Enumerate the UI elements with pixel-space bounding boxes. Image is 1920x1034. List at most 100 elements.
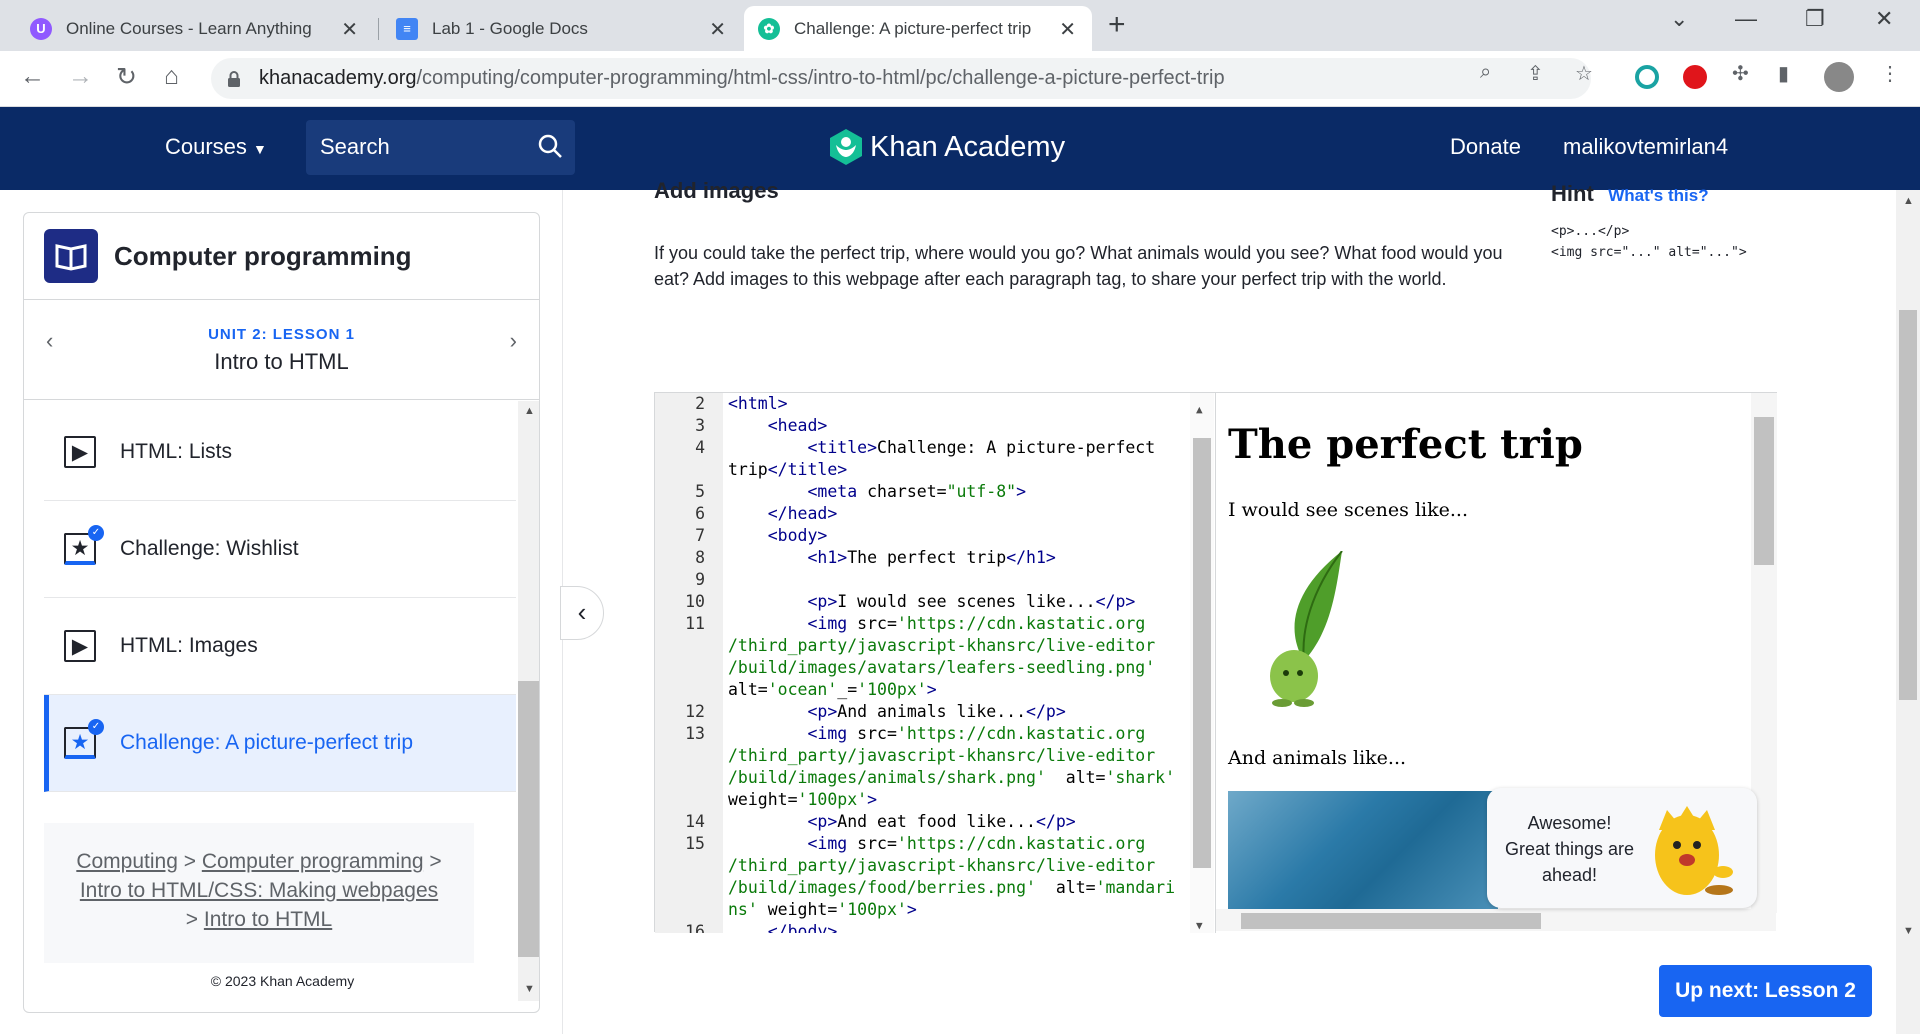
- code-line: /build/images/animals/shark.png' alt='sh…: [728, 768, 1176, 787]
- course-sidebar: Computer programming ‹ UNIT 2: LESSON 1 …: [23, 212, 540, 1013]
- url-field[interactable]: khanacademy.org/computing/computer-progr…: [211, 58, 1591, 99]
- line-number: 8: [695, 548, 705, 567]
- sidebar-scroll-thumb[interactable]: [518, 681, 539, 957]
- user-menu[interactable]: malikovtemirlan4: [1563, 134, 1728, 160]
- chevron-left-icon[interactable]: ‹: [46, 328, 53, 354]
- minimize-icon[interactable]: —: [1735, 6, 1757, 32]
- breadcrumb-link[interactable]: Computer programming: [202, 850, 424, 873]
- tab-divider: [378, 18, 379, 40]
- bubble-line: Awesome!: [1527, 813, 1612, 833]
- breadcrumb-link[interactable]: Intro to HTML/CSS: Making webpages: [80, 879, 438, 902]
- preview-horizontal-scroll-thumb[interactable]: [1241, 913, 1541, 929]
- forward-icon[interactable]: →: [68, 62, 93, 91]
- khan-academy-logo[interactable]: Khan Academy: [828, 128, 1065, 166]
- tab-title: Lab 1 - Google Docs: [432, 18, 588, 38]
- browser-tab-active[interactable]: ✿ Challenge: A picture-perfect trip ✕: [744, 6, 1092, 51]
- new-tab-icon[interactable]: +: [1108, 8, 1126, 42]
- side-panel-icon[interactable]: ▮: [1778, 61, 1789, 86]
- bookmark-star-icon[interactable]: ☆: [1575, 61, 1593, 86]
- bubble-text: Awesome! Great things are ahead!: [1497, 810, 1642, 888]
- preview-paragraph: And animals like...: [1228, 747, 1407, 769]
- close-tab-icon[interactable]: ✕: [709, 17, 726, 42]
- encouragement-bubble: Awesome! Great things are ahead!: [1487, 788, 1757, 908]
- challenge-star-icon: ★ ✓: [64, 719, 104, 759]
- code-line: /third_party/javascript-khansrc/live-edi…: [728, 746, 1156, 765]
- challenge-star-icon: ★ ✓: [64, 525, 104, 565]
- code-line: <img src='https://cdn.kastatic.org: [807, 834, 1146, 853]
- course-title[interactable]: Computer programming: [114, 241, 412, 272]
- back-icon[interactable]: ←: [20, 62, 45, 91]
- line-number: 12: [685, 702, 705, 721]
- line-number: 7: [695, 526, 705, 545]
- profile-avatar[interactable]: [1824, 62, 1854, 92]
- code-scroll-thumb[interactable]: [1193, 438, 1211, 868]
- line-number: 10: [685, 592, 705, 611]
- browser-tab[interactable]: ≡ Lab 1 - Google Docs ✕: [382, 6, 742, 51]
- breadcrumb-link[interactable]: Intro to HTML: [204, 908, 332, 931]
- page-scroll-thumb[interactable]: [1899, 310, 1917, 700]
- tab-search-icon[interactable]: ⌄: [1670, 6, 1688, 32]
- scroll-down-arrow-icon[interactable]: ▼: [524, 983, 535, 995]
- home-icon[interactable]: ⌂: [164, 62, 179, 91]
- preview-heading: The perfect trip: [1228, 421, 1583, 468]
- lesson-item-picture-perfect-trip[interactable]: ★ ✓ Challenge: A picture-perfect trip: [44, 695, 516, 792]
- breadcrumb-link[interactable]: Computing: [76, 850, 178, 873]
- sidebar-header: Computer programming: [24, 213, 539, 300]
- code-line: trip</title>: [728, 460, 848, 479]
- collapse-sidebar-button[interactable]: ‹: [560, 586, 604, 640]
- scroll-up-arrow-icon[interactable]: ▲: [524, 405, 535, 417]
- line-number: 15: [685, 834, 705, 853]
- scroll-up-arrow-icon[interactable]: ▲: [1196, 399, 1203, 421]
- extensions-puzzle-icon[interactable]: ✣: [1732, 61, 1749, 86]
- url-host: khanacademy.org: [259, 67, 417, 89]
- seedling-avatar-image: [1270, 551, 1343, 707]
- code-line: <head>: [767, 416, 828, 435]
- code-line: <p>And eat food like...</p>: [807, 812, 1076, 831]
- whats-this-link[interactable]: What's this?: [1608, 186, 1708, 205]
- up-next-button[interactable]: Up next: Lesson 2: [1659, 965, 1872, 1017]
- play-video-icon: ▶: [64, 630, 96, 662]
- chevron-right-icon[interactable]: ›: [510, 328, 517, 354]
- share-icon[interactable]: ⇪: [1527, 61, 1544, 86]
- address-bar: ← → ↻ ⌂ khanacademy.org/computing/comput…: [0, 51, 1920, 107]
- scroll-up-arrow-icon[interactable]: ▲: [1903, 195, 1914, 207]
- code-line: </body>: [767, 922, 838, 933]
- search-input[interactable]: Search: [306, 120, 575, 175]
- lesson-item-html-lists[interactable]: ▶ HTML: Lists: [44, 404, 516, 501]
- preview-scroll-thumb[interactable]: [1754, 417, 1774, 565]
- adblock-extension-icon[interactable]: [1683, 65, 1707, 89]
- bubble-line: ahead!: [1541, 865, 1598, 885]
- unit-label[interactable]: UNIT 2: LESSON 1: [24, 326, 539, 343]
- lesson-item-html-images[interactable]: ▶ HTML: Images: [44, 598, 516, 695]
- hint-title: Hint: [1551, 181, 1594, 206]
- close-window-icon[interactable]: ✕: [1875, 6, 1893, 32]
- lesson-item-wishlist[interactable]: ★ ✓ Challenge: Wishlist: [44, 501, 516, 598]
- url-path: /computing/computer-programming/html-css…: [416, 67, 1225, 89]
- zoom-icon[interactable]: ⌕: [1480, 61, 1491, 84]
- line-number: 9: [695, 570, 705, 589]
- scroll-down-arrow-icon[interactable]: ▼: [1196, 915, 1203, 933]
- close-tab-icon[interactable]: ✕: [341, 17, 358, 42]
- line-number: 2: [695, 394, 705, 413]
- scroll-down-arrow-icon[interactable]: ▼: [1903, 925, 1914, 937]
- donate-link[interactable]: Donate: [1450, 134, 1521, 160]
- mascot-icon: [1655, 806, 1733, 895]
- restore-icon[interactable]: ❐: [1805, 6, 1825, 32]
- browser-tab[interactable]: U Online Courses - Learn Anything ✕: [16, 6, 374, 51]
- search-icon[interactable]: [537, 133, 563, 159]
- code-editor[interactable]: 2 3 4 5 6 7 8 9 10 11 12 13 14 15 16 <html> <head> <ti…: [655, 393, 1215, 933]
- line-number: 4: [695, 438, 705, 457]
- line-number: 13: [685, 724, 705, 743]
- close-tab-icon[interactable]: ✕: [1059, 17, 1076, 42]
- line-number: 3: [695, 416, 705, 435]
- code-line: alt='ocean'_='100px'>: [728, 680, 937, 699]
- menu-dots-icon[interactable]: ⋮: [1880, 61, 1900, 86]
- code-line: <p>I would see scenes like...</p>: [807, 592, 1136, 611]
- docs-favicon-icon: ≡: [396, 17, 418, 40]
- lock-icon[interactable]: [227, 70, 241, 87]
- courses-menu[interactable]: Courses ▼: [165, 134, 267, 160]
- code-line: <img src='https://cdn.kastatic.org: [807, 614, 1146, 633]
- extension-icon[interactable]: [1635, 65, 1659, 89]
- code-line: <title>Challenge: A picture-perfect: [807, 438, 1156, 457]
- reload-icon[interactable]: ↻: [116, 62, 137, 92]
